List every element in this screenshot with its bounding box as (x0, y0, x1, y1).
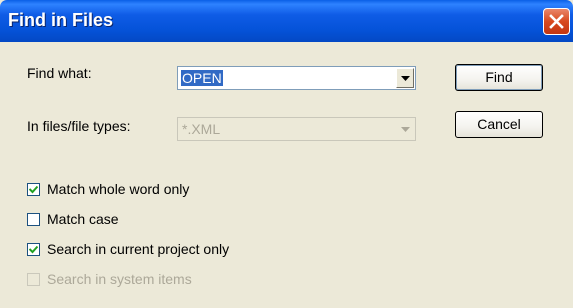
dialog-title: Find in Files (8, 10, 114, 30)
search-system-items-label: Search in system items (47, 271, 192, 287)
search-current-project-label[interactable]: Search in current project only (47, 241, 229, 257)
close-button[interactable] (543, 8, 570, 35)
search-system-items-checkbox (27, 273, 40, 286)
find-what-value[interactable]: OPEN (181, 70, 223, 86)
search-current-project-checkbox[interactable] (27, 243, 40, 256)
file-types-combobox: *.XML (177, 117, 416, 141)
find-in-files-dialog: Find in Files Find what: OPEN In files/f… (0, 0, 573, 308)
file-types-label: In files/file types: (27, 118, 131, 134)
match-whole-word-checkbox[interactable] (27, 183, 40, 196)
checkmark-icon (29, 245, 38, 254)
match-case-label[interactable]: Match case (47, 211, 119, 227)
file-types-value: *.XML (182, 121, 221, 137)
find-what-label: Find what: (27, 65, 92, 81)
file-types-dropdown-button (396, 119, 414, 139)
title-bar[interactable]: Find in Files (0, 0, 573, 42)
find-button[interactable]: Find (455, 64, 543, 91)
match-case-checkbox[interactable] (27, 213, 40, 226)
find-what-combobox[interactable]: OPEN (177, 66, 416, 90)
find-what-dropdown-button[interactable] (396, 68, 414, 88)
checkmark-icon (29, 185, 38, 194)
cancel-button[interactable]: Cancel (455, 111, 543, 138)
match-whole-word-label[interactable]: Match whole word only (47, 181, 189, 197)
